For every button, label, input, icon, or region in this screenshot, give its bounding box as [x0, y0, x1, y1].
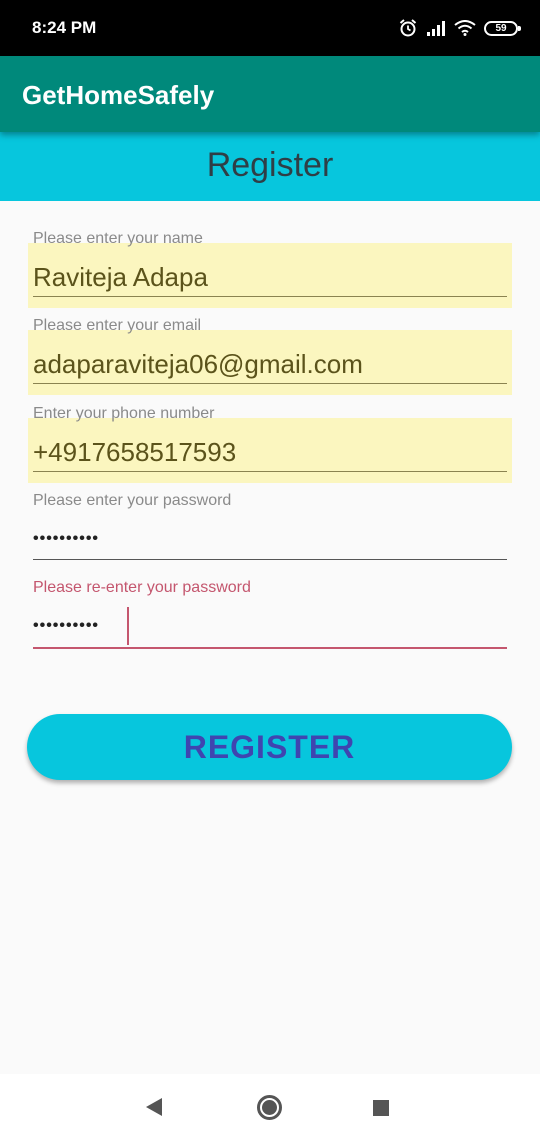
- app-bar: GetHomeSafely: [0, 56, 540, 132]
- home-icon[interactable]: [257, 1095, 282, 1120]
- alarm-icon: [399, 19, 417, 37]
- text-cursor: [127, 607, 129, 645]
- name-input[interactable]: Raviteja Adapa: [33, 262, 208, 293]
- status-icons: 59: [398, 17, 521, 39]
- password-field[interactable]: Please enter your password ••••••••••: [24, 490, 516, 565]
- confirm-password-field[interactable]: Please re-enter your password ••••••••••: [24, 577, 516, 652]
- phone-label: Enter your phone number: [33, 405, 215, 422]
- name-field[interactable]: Please enter your name Raviteja Adapa: [24, 228, 516, 308]
- wifi-icon: [454, 20, 476, 36]
- email-underline: [33, 383, 507, 384]
- confirm-password-input[interactable]: ••••••••••: [33, 617, 99, 635]
- password-underline: [33, 559, 507, 560]
- status-bar: 8:24 PM 59: [0, 0, 540, 56]
- recents-icon[interactable]: [373, 1100, 389, 1116]
- email-input[interactable]: adaparaviteja06@gmail.com: [33, 349, 363, 380]
- password-input[interactable]: ••••••••••: [33, 530, 99, 548]
- password-label: Please enter your password: [33, 492, 232, 509]
- register-button[interactable]: REGISTER: [27, 714, 512, 780]
- back-icon[interactable]: [146, 1098, 162, 1116]
- battery-level: 59: [495, 22, 507, 34]
- email-label: Please enter your email: [33, 317, 202, 334]
- name-label: Please enter your name: [33, 230, 203, 247]
- status-time: 8:24 PM: [32, 18, 97, 37]
- confirm-password-label: Please re-enter your password: [33, 579, 251, 596]
- signal-icon: [427, 21, 445, 36]
- confirm-password-underline: [33, 647, 507, 649]
- navigation-bar: [0, 1074, 540, 1140]
- name-underline: [33, 296, 507, 297]
- page-title: Register: [206, 146, 334, 184]
- email-field[interactable]: Please enter your email adaparaviteja06@…: [24, 315, 516, 395]
- app-title: GetHomeSafely: [22, 80, 215, 110]
- phone-underline: [33, 471, 507, 472]
- register-header: Register: [0, 132, 540, 201]
- phone-input[interactable]: +4917658517593: [33, 437, 236, 468]
- battery-icon: 59: [484, 20, 521, 36]
- phone-field[interactable]: Enter your phone number +4917658517593: [24, 403, 516, 483]
